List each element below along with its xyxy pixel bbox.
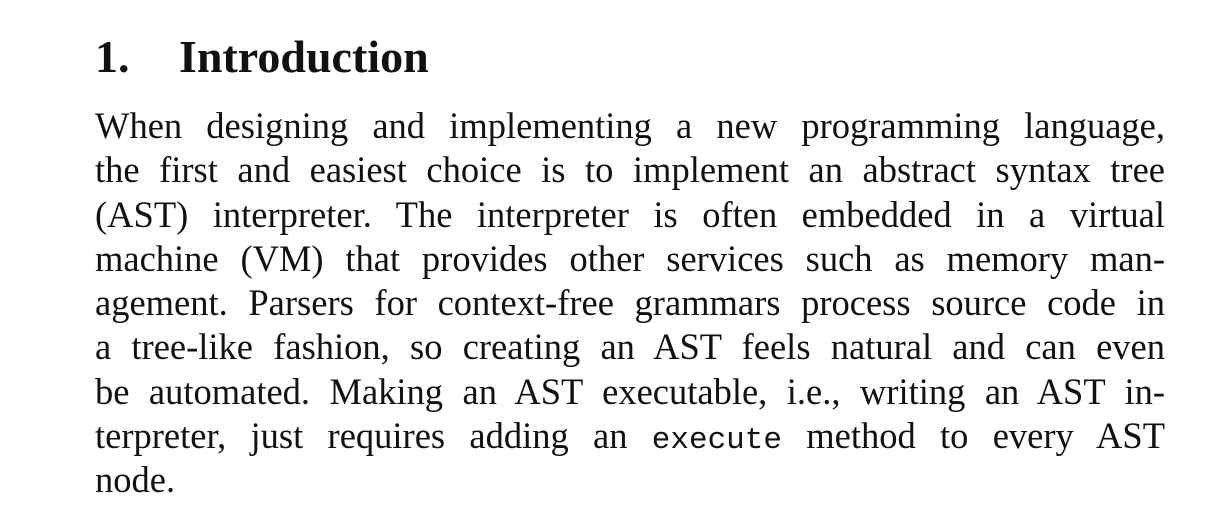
- paragraph-line: machine (VM) that provides other service…: [95, 237, 1165, 279]
- line-text: method to every AST: [806, 415, 1165, 457]
- section-heading: 1. Introduction: [95, 30, 1165, 88]
- paragraph-line: node.: [95, 459, 176, 501]
- inline-code: execute: [651, 423, 782, 459]
- paragraph-line: When designing and implementing a new pr…: [95, 105, 1165, 146]
- line-text: terpreter, just requires adding an: [95, 415, 628, 457]
- paragraph-line: the first and easiest choice is to imple…: [95, 149, 1165, 191]
- introduction-section: 1. Introduction When designing and implem…: [95, 30, 1165, 503]
- paragraph-line: be automated. Making an AST executable, …: [95, 370, 1165, 412]
- paragraph-line: agement. Parsers for context-free gramma…: [95, 282, 1165, 324]
- introduction-paragraph: When designing and implementing a new pr…: [95, 104, 1165, 503]
- paragraph-line: a tree-like fashion, so creating an AST …: [95, 326, 1165, 368]
- section-number: 1.: [95, 31, 130, 82]
- paragraph-line: (AST) interpreter. The interpreter is of…: [95, 193, 1165, 235]
- section-title: Introduction: [179, 31, 429, 82]
- paragraph-line: terpreter, just requires adding an execu…: [95, 414, 1165, 458]
